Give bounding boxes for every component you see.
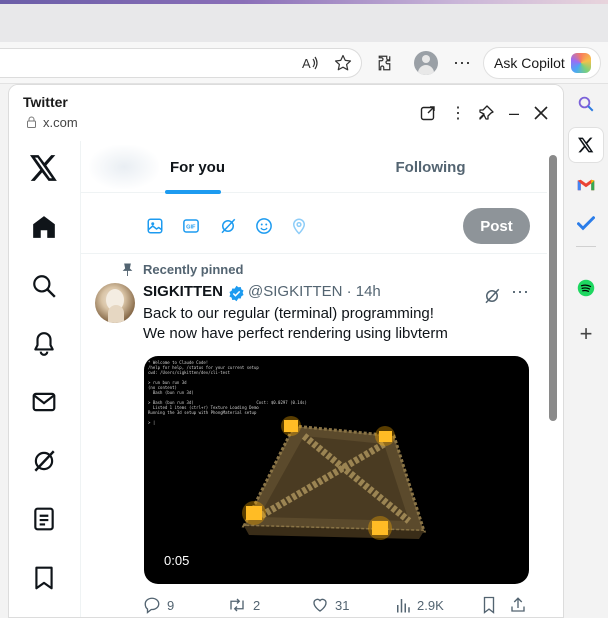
pin-icon [122, 263, 133, 276]
pinned-tweet[interactable]: Recently pinned SIGKITTEN @SIGKITTEN · 1… [81, 255, 547, 617]
scrollbar-thumb[interactable] [549, 155, 557, 421]
svg-text:GIF: GIF [186, 225, 196, 231]
todo-check-icon[interactable] [572, 209, 600, 237]
panel-title: Twitter [23, 94, 68, 110]
share-button[interactable] [509, 594, 527, 616]
profile-avatar[interactable] [414, 51, 438, 75]
ask-copilot-button[interactable]: Ask Copilot [483, 47, 601, 79]
video-duration: 0:05 [164, 553, 190, 568]
tweet-video[interactable]: * Welcome to Claude Code! /help for help… [144, 356, 529, 584]
bookmark-icon [483, 596, 495, 614]
repost-count: 2 [253, 597, 261, 613]
home-icon[interactable] [29, 212, 59, 242]
reply-icon [144, 597, 160, 614]
x-app-icon [578, 137, 594, 153]
side-panel: Twitter x.com ⋮ – For you Following GIF … [8, 84, 564, 618]
add-sidebar-app-icon[interactable]: + [572, 320, 600, 348]
open-in-tab-icon[interactable] [416, 101, 440, 125]
repost-icon [230, 598, 244, 612]
grok-icon[interactable] [29, 446, 59, 476]
handle-and-time: @SIGKITTEN · 14h [248, 283, 381, 300]
spotify-icon[interactable] [572, 274, 600, 302]
pinned-label: Recently pinned [143, 262, 244, 277]
x-nav-rail [9, 141, 81, 617]
address-bar[interactable]: A [0, 48, 362, 78]
notifications-bell-icon[interactable] [29, 329, 59, 359]
svg-text:A: A [302, 56, 311, 71]
like-count: 31 [335, 597, 350, 613]
verified-badge-icon [229, 285, 244, 302]
tab-strip [0, 4, 608, 42]
reply-button[interactable]: 9 [143, 594, 174, 616]
pin-panel-icon[interactable] [474, 101, 498, 125]
share-icon [511, 597, 525, 612]
minimize-panel-icon[interactable]: – [502, 101, 526, 125]
x-web-content: For you Following GIF Post Recently pinn… [9, 141, 563, 617]
search-icon[interactable] [29, 271, 59, 301]
heart-icon [313, 598, 327, 612]
search-sidebar-icon[interactable] [572, 90, 600, 118]
timeline-tabs: For you Following [81, 141, 547, 194]
post-button[interactable]: Post [463, 208, 530, 244]
panel-url: x.com [43, 115, 78, 130]
tweet-text-line-1: Back to our regular (terminal) programmi… [143, 305, 434, 322]
panel-more-icon[interactable]: ⋮ [446, 101, 470, 125]
more-menu-icon[interactable]: ⋯ [449, 50, 475, 76]
x-logo-icon[interactable] [29, 153, 59, 183]
views-button[interactable]: 2.9K [395, 594, 444, 616]
tweet-text: Back to our regular (terminal) programmi… [143, 304, 533, 344]
sidebar-divider [576, 246, 596, 247]
tweet-actions: 9 2 31 2.9K [143, 594, 543, 617]
messages-envelope-icon[interactable] [29, 387, 59, 417]
tweet-text-line-2: We now have perfect rendering using libv… [143, 325, 448, 342]
read-aloud-icon[interactable]: A [298, 50, 324, 76]
copilot-label: Ask Copilot [494, 55, 565, 71]
lists-icon[interactable] [29, 504, 59, 534]
side-panel-header: Twitter x.com ⋮ – [9, 85, 563, 141]
view-count: 2.9K [417, 597, 444, 613]
emoji-icon[interactable] [254, 216, 274, 236]
bookmarks-icon[interactable] [29, 563, 59, 593]
lock-icon [27, 116, 36, 128]
extensions-icon[interactable] [373, 50, 399, 76]
tab-for-you[interactable]: For you [81, 141, 314, 193]
browser-sidebar: + [564, 84, 608, 618]
reply-count: 9 [167, 597, 175, 613]
like-button[interactable]: 31 [311, 594, 349, 616]
author-avatar[interactable] [95, 283, 135, 323]
tweet-more-icon[interactable]: ⋯ [509, 281, 531, 303]
grok-compose-icon[interactable] [218, 216, 238, 236]
tab-following[interactable]: Following [314, 141, 547, 193]
bookmark-button[interactable] [481, 594, 497, 616]
repost-button[interactable]: 2 [227, 594, 260, 616]
browser-window: A ⋯ Ask Copilot Twitter x.com ⋮ – For yo… [0, 0, 608, 618]
copilot-icon [570, 53, 591, 73]
location-icon[interactable] [289, 216, 309, 236]
compose-toolbar: GIF Post [81, 194, 547, 254]
favorite-star-icon[interactable] [330, 50, 356, 76]
home-timeline: For you Following GIF Post Recently pinn… [81, 141, 547, 617]
close-panel-icon[interactable] [529, 101, 553, 125]
gmail-icon[interactable] [572, 171, 600, 199]
sidebar-app-x-active[interactable] [568, 127, 604, 163]
views-bar-chart-icon [397, 599, 410, 613]
gif-icon[interactable]: GIF [181, 216, 201, 236]
author-name[interactable]: SIGKITTEN [143, 283, 223, 300]
media-image-icon[interactable] [145, 216, 165, 236]
wooden-crate-render [241, 416, 427, 540]
